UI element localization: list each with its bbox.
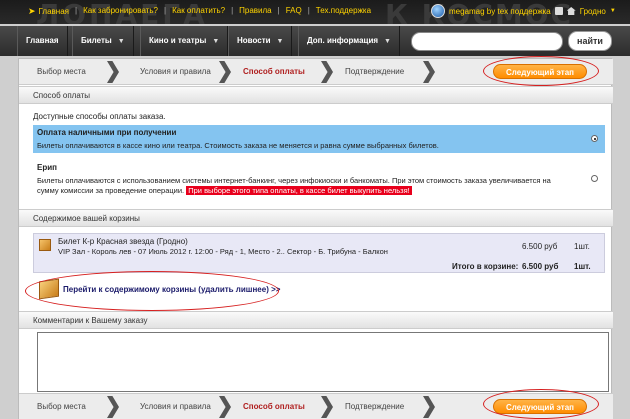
step-seat-selection: Выбор места xyxy=(37,67,86,76)
nav-item-tickets[interactable]: Билеты ▼ xyxy=(72,26,134,56)
cart-item-title: Билет К-р Красная звезда (Гродно) xyxy=(58,237,188,246)
cart-table: Билет К-р Красная звезда (Гродно) VIP За… xyxy=(33,233,605,273)
payment-option-description-2: сумму комиссии за проведение операции. П… xyxy=(37,186,412,195)
comment-textarea[interactable] xyxy=(37,332,609,392)
highlight-ellipse xyxy=(25,271,279,311)
top-link-support[interactable]: Тех.поддержка xyxy=(316,6,371,17)
top-link-faq[interactable]: FAQ xyxy=(286,6,302,17)
package-icon xyxy=(39,239,51,251)
highlight-ellipse xyxy=(483,389,599,419)
cart-item-details: VIP Зал - Король лев - 07 Июль 2012 г. 1… xyxy=(58,247,388,256)
chevron-down-icon: ▼ xyxy=(384,38,391,45)
top-links: ➤ Главная | Как забронировать? | Как опла… xyxy=(28,6,371,17)
step-chevron-icon xyxy=(321,61,333,83)
step-chevron-icon xyxy=(423,396,435,418)
step-chevron-icon xyxy=(423,61,435,83)
step-payment-method: Способ оплаты xyxy=(243,402,305,411)
separator: | xyxy=(75,6,78,15)
nav-item-more-info[interactable]: Доп. информация ▼ xyxy=(298,26,400,56)
city-selector[interactable]: Гродно xyxy=(580,7,606,16)
step-terms: Условия и правила xyxy=(140,402,211,411)
cart-total-qty: 1шт. xyxy=(574,262,591,271)
payment-option-description: Билеты оплачиваются с использованием сис… xyxy=(37,176,551,185)
available-methods-label: Доступные способы оплаты заказа. xyxy=(33,112,166,121)
order-panel: Выбор места Условия и правила Способ опл… xyxy=(18,56,613,419)
lock-icon[interactable] xyxy=(554,7,563,15)
nav-item-news[interactable]: Новости ▼ xyxy=(228,26,293,56)
cart-item-qty: 1шт. xyxy=(574,242,590,251)
search-input[interactable] xyxy=(411,32,563,51)
chevron-down-icon: ▼ xyxy=(276,38,284,45)
step-seat-selection: Выбор места xyxy=(37,402,86,411)
highlight-ellipse xyxy=(483,56,599,86)
payment-radio-cash[interactable] xyxy=(591,135,598,142)
main-nav: Главная Билеты ▼ Кино и театры ▼ Новости ▼ … xyxy=(0,26,630,56)
cart-total-price: 6.500 руб xyxy=(522,262,559,271)
payment-section-header: Способ оплаты xyxy=(19,86,613,104)
step-chevron-icon xyxy=(107,61,119,83)
step-chevron-icon xyxy=(107,396,119,418)
payment-radio-erip[interactable] xyxy=(591,175,598,182)
payment-warning: При выборе этого типа оплаты, в кассе би… xyxy=(186,186,412,195)
step-chevron-icon xyxy=(321,396,333,418)
payment-option-erip[interactable]: Ерип Билеты оплачиваются с использование… xyxy=(33,160,605,198)
separator: | xyxy=(277,6,280,15)
separator: | xyxy=(307,6,310,15)
top-link-how-to-pay[interactable]: Как оплатить? xyxy=(172,6,225,17)
payment-option-description: Билеты оплачиваются в кассе кино или теа… xyxy=(37,141,439,150)
comments-section-header: Комментарии к Вашему заказу xyxy=(19,311,613,329)
step-chevron-icon xyxy=(219,61,231,83)
top-link-rules[interactable]: Правила xyxy=(239,6,271,17)
arrow-icon: ➤ xyxy=(28,6,36,16)
nav-item-home[interactable]: Главная xyxy=(17,26,68,56)
checkout-steps-top: Выбор места Условия и правила Способ опл… xyxy=(19,56,613,86)
chevron-down-icon: ▼ xyxy=(609,8,616,14)
chevron-down-icon: ▼ xyxy=(212,38,220,45)
step-terms: Условия и правила xyxy=(140,67,211,76)
user-area: megamag by tex поддержка Гродно ▼ xyxy=(431,4,616,18)
payment-option-cash[interactable]: Оплата наличными при получении Билеты оп… xyxy=(33,125,605,153)
home-icon[interactable] xyxy=(566,7,576,15)
user-name[interactable]: megamag by tex поддержка xyxy=(449,7,551,16)
separator: | xyxy=(164,6,167,15)
top-header: ЛОПАЕГА К КОСМОС ➤ Главная | Как забронир… xyxy=(0,0,630,24)
cart-total-label: Итого в корзине: xyxy=(452,262,519,271)
payment-option-title: Оплата наличными при получении xyxy=(37,128,177,137)
search-button[interactable]: найти xyxy=(568,31,612,51)
top-link-how-to-book[interactable]: Как забронировать? xyxy=(83,6,158,17)
globe-icon xyxy=(431,4,445,18)
separator: | xyxy=(231,6,234,15)
payment-option-title: Ерип xyxy=(37,163,57,172)
nav-item-cinemas-theatres[interactable]: Кино и театры ▼ xyxy=(140,26,229,56)
checkout-steps-bottom: Выбор места Условия и правила Способ опл… xyxy=(19,389,613,419)
step-confirmation: Подтверждение xyxy=(345,67,405,76)
cart-section-header: Содержимое вашей корзины xyxy=(19,209,613,227)
top-link-home[interactable]: ➤ Главная xyxy=(28,6,69,17)
cart-item-price: 6.500 руб xyxy=(522,242,558,251)
step-payment-method: Способ оплаты xyxy=(243,67,305,76)
chevron-down-icon: ▼ xyxy=(117,38,125,45)
step-confirmation: Подтверждение xyxy=(345,402,405,411)
step-chevron-icon xyxy=(219,396,231,418)
